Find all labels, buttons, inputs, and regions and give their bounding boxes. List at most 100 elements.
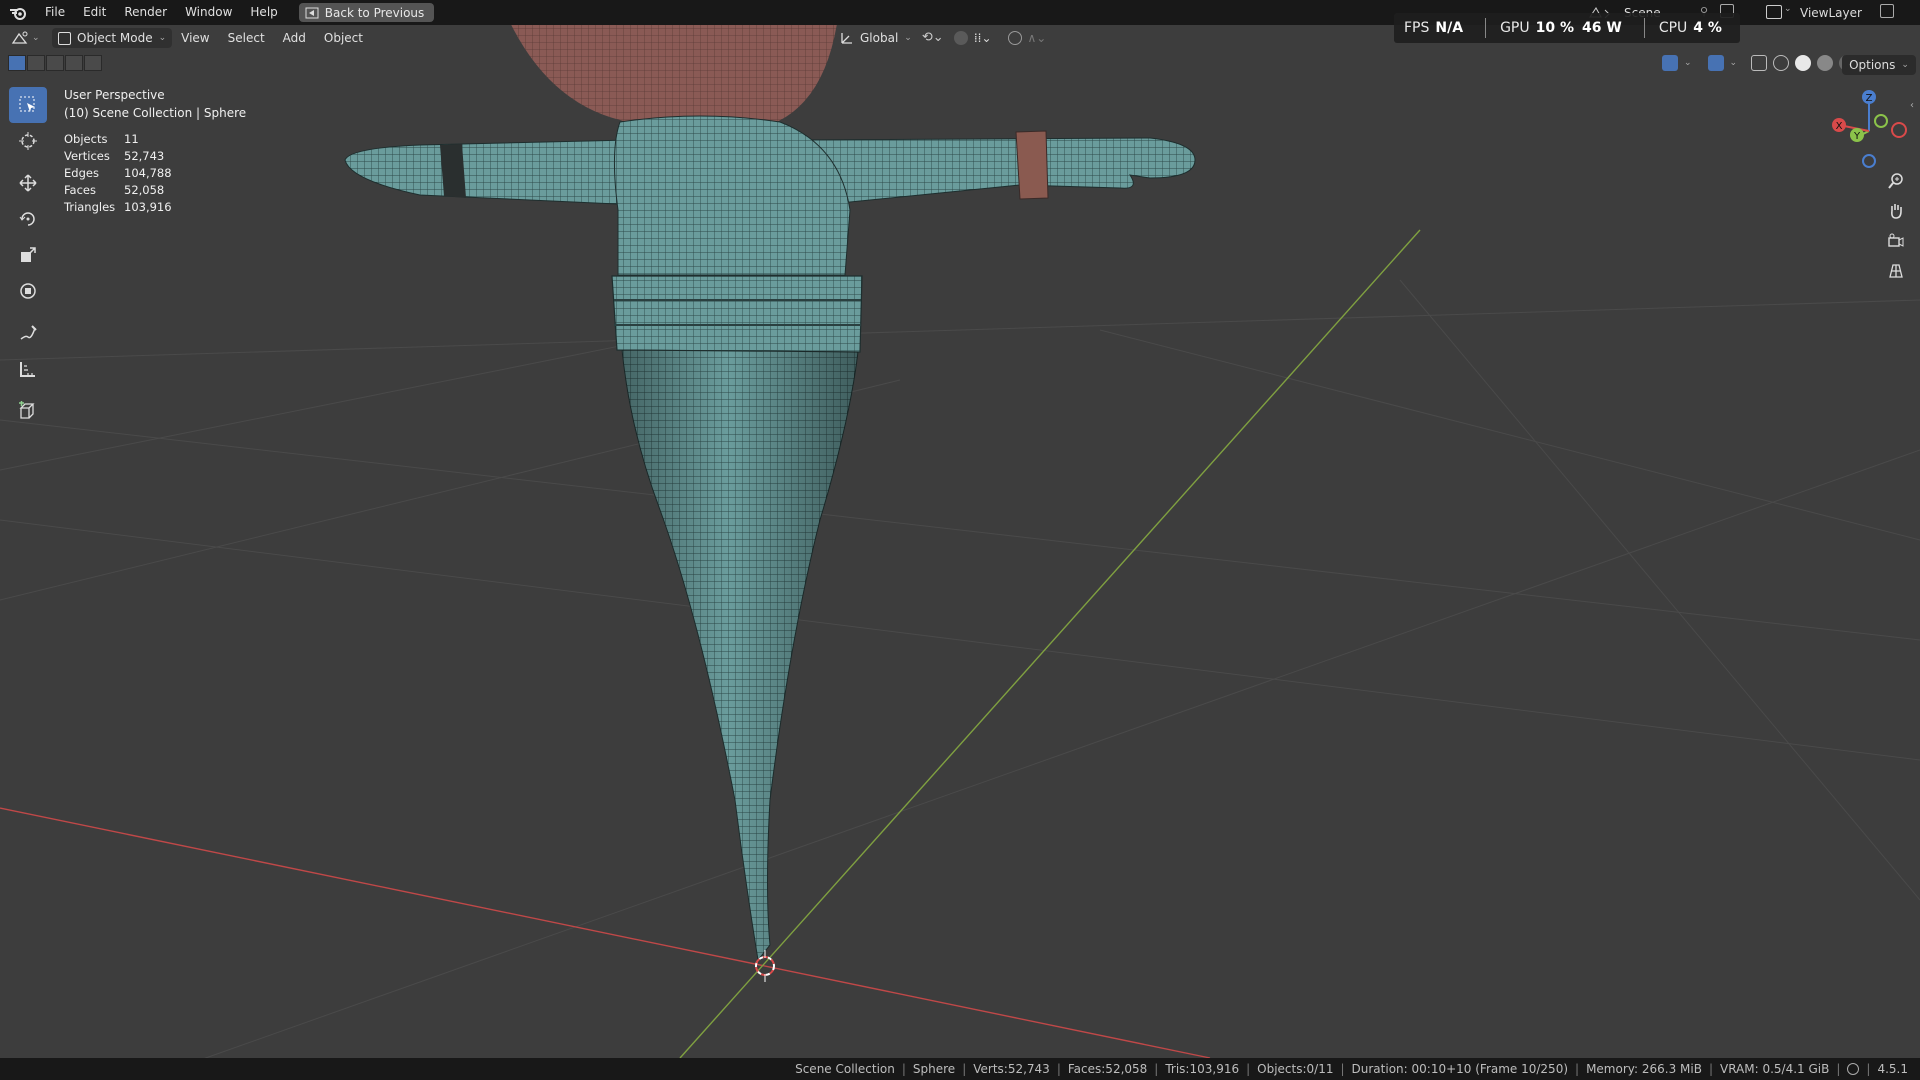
cpu-value: 4 % xyxy=(1693,20,1722,36)
left-wristband xyxy=(440,144,466,198)
measure-icon xyxy=(20,362,35,377)
editor-type-selector[interactable]: ⌄ xyxy=(10,27,46,49)
status-objects: Objects:0/11 xyxy=(1257,1062,1334,1076)
wireframe-shading-icon[interactable] xyxy=(1773,55,1790,71)
view-layer-selector[interactable]: ⌄ ViewLayer xyxy=(1762,2,1912,23)
scene-statistics: Objects 11 Vertices 52,743 Edges 104,788 Fa… xyxy=(64,131,172,216)
camera-view-button[interactable] xyxy=(1882,230,1910,252)
rotate-icon xyxy=(19,212,35,226)
transform-controls: Global ⌄ ⟲⌄ ⁞⁞⌄ ∧⌄ xyxy=(836,28,1046,48)
hand-icon xyxy=(1891,204,1902,219)
status-vram: VRAM: 0.5/4.1 GiB xyxy=(1719,1062,1830,1076)
snap-toggle-icon[interactable] xyxy=(953,31,968,45)
pivot-point-icon[interactable]: ⟲⌄ xyxy=(922,30,948,46)
perspective-toggle-button[interactable] xyxy=(1882,260,1910,282)
add-cube-tool[interactable] xyxy=(9,393,47,429)
fps-label: FPS xyxy=(1404,20,1430,36)
stat-label: Vertices xyxy=(64,149,110,163)
measure-tool[interactable] xyxy=(9,351,47,387)
left-arm-mesh xyxy=(344,139,641,206)
object-mode-icon xyxy=(58,31,71,45)
selection-mode-buttons xyxy=(8,55,102,71)
falloff-icon[interactable]: ∧⌄ xyxy=(1028,31,1047,45)
scale-tool[interactable] xyxy=(9,237,47,273)
view-layer-name: ViewLayer xyxy=(1800,5,1862,20)
cursor-tool[interactable] xyxy=(9,123,47,159)
gizmo-neg-z[interactable] xyxy=(1862,154,1876,168)
transform-tool[interactable] xyxy=(9,273,47,309)
menu-object[interactable]: Object xyxy=(315,31,372,45)
select-new-icon[interactable] xyxy=(8,55,26,71)
right-arm-mesh xyxy=(799,137,1196,206)
stat-label: Triangles xyxy=(64,200,116,214)
back-to-previous-button[interactable]: Back to Previous xyxy=(298,3,435,22)
stat-value: 104,788 xyxy=(124,166,172,180)
menu-view[interactable]: View xyxy=(172,31,218,45)
blender-logo-icon[interactable] xyxy=(0,0,36,25)
move-tool[interactable] xyxy=(9,165,47,201)
object-mode-dropdown[interactable]: Object Mode ⌄ xyxy=(52,28,173,48)
select-box-tool[interactable] xyxy=(9,87,47,123)
scale-icon xyxy=(21,247,36,262)
stat-label: Objects xyxy=(64,132,108,146)
menu-help[interactable]: Help xyxy=(241,0,286,25)
gizmo-neg-y[interactable] xyxy=(1874,114,1888,128)
select-box-icon xyxy=(19,96,35,112)
transform-orientation-dropdown[interactable]: Global ⌄ xyxy=(836,31,916,45)
blender-window: File Edit Render Window Help Back to Pre… xyxy=(0,0,1920,1080)
cpu-label: CPU xyxy=(1658,20,1688,36)
tool-shelf xyxy=(9,87,47,429)
stat-label: Edges xyxy=(64,166,99,180)
right-wristband xyxy=(1015,130,1049,200)
select-subtract-icon[interactable] xyxy=(46,55,64,71)
annotate-tool[interactable] xyxy=(9,315,47,351)
chevron-down-icon: ⌄ xyxy=(1684,58,1692,68)
navigation-gizmo[interactable]: Z Y X xyxy=(1815,85,1915,170)
xray-toggle-icon[interactable] xyxy=(1751,55,1768,71)
status-object: Sphere xyxy=(912,1062,956,1076)
chevron-down-icon: ⌄ xyxy=(904,33,912,43)
stat-value: 11 xyxy=(124,132,139,146)
stat-value: 103,916 xyxy=(124,200,172,214)
svg-text:Z: Z xyxy=(1866,93,1873,104)
menu-select[interactable]: Select xyxy=(219,31,274,45)
cursor-icon xyxy=(19,132,37,150)
status-duration: Duration: 00:10+10 (Frame 10/250) xyxy=(1351,1062,1569,1076)
zoom-button[interactable] xyxy=(1882,170,1910,192)
back-to-previous-label: Back to Previous xyxy=(324,5,425,20)
overlay-toggle-icon[interactable] xyxy=(1707,55,1724,71)
select-extend-icon[interactable] xyxy=(27,55,45,71)
chevron-down-icon: ⌄ xyxy=(32,33,40,43)
proportional-edit-icon[interactable] xyxy=(1007,31,1022,45)
status-version: 4.5.1 xyxy=(1877,1062,1908,1076)
pan-button[interactable] xyxy=(1882,200,1910,222)
view-layer-chevron-icon: ⌄ xyxy=(1784,4,1792,14)
menu-window[interactable]: Window xyxy=(176,0,241,25)
3d-viewport-icon xyxy=(11,31,28,44)
transform-icon xyxy=(20,283,36,299)
material-shading-icon[interactable] xyxy=(1817,55,1834,71)
grid-icon xyxy=(1889,264,1903,278)
sidebar-toggle-icon[interactable]: ‹ xyxy=(1910,100,1914,111)
menu-file[interactable]: File xyxy=(36,0,74,25)
select-invert-icon[interactable] xyxy=(65,55,83,71)
network-icon[interactable] xyxy=(1847,1063,1860,1075)
object-mode-label: Object Mode xyxy=(77,31,153,45)
3d-viewport[interactable] xyxy=(0,0,1920,1080)
solid-shading-icon[interactable] xyxy=(1795,55,1812,71)
floor-grid xyxy=(0,279,1920,1061)
snap-target-icon[interactable]: ⁞⁞⌄ xyxy=(974,31,992,45)
gizmo-neg-x[interactable] xyxy=(1891,122,1907,138)
status-collection: Scene Collection xyxy=(795,1062,895,1076)
select-intersect-icon[interactable] xyxy=(84,55,102,71)
chevron-down-icon: ⌄ xyxy=(1901,60,1909,70)
rotate-tool[interactable] xyxy=(9,201,47,237)
menu-edit[interactable]: Edit xyxy=(74,0,115,25)
gizmo-toggle-icon[interactable] xyxy=(1662,55,1678,71)
menu-add[interactable]: Add xyxy=(274,31,315,45)
menu-render[interactable]: Render xyxy=(115,0,176,25)
new-view-layer-icon[interactable] xyxy=(1880,4,1894,18)
options-dropdown[interactable]: Options ⌄ xyxy=(1842,55,1916,75)
zoom-icon xyxy=(1888,173,1903,189)
status-tris: Tris:103,916 xyxy=(1165,1062,1240,1076)
